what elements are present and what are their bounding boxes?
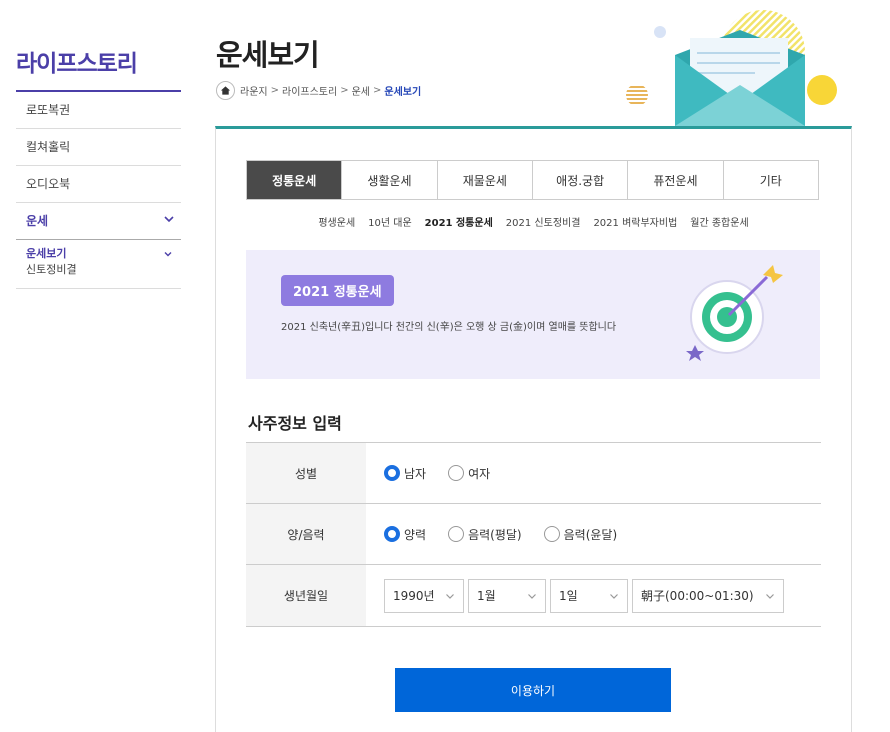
radio-solar[interactable]: 양력 <box>384 526 426 543</box>
hour-select[interactable]: 朝子(00:00~01:30) <box>632 578 784 613</box>
form-label: 양/음력 <box>246 504 366 564</box>
breadcrumb-separator: > <box>340 85 349 96</box>
subtab-monthly[interactable]: 월간 종합운세 <box>690 214 748 229</box>
form-row-birth: 생년월일 1990년 1월 1일 朝子(00:00~01:30) <box>246 565 821 627</box>
radio-label: 음력(윤달) <box>563 527 618 542</box>
sidebar-subitem-fortune-view[interactable]: 운세보기 <box>26 246 171 262</box>
radio-unchecked-icon <box>448 465 465 481</box>
subtab-2021-tojeong[interactable]: 2021 신토정비결 <box>506 214 581 229</box>
select-value: 1월 <box>477 589 496 603</box>
banner-description: 2021 신축년(辛丑)입니다 천간의 신(辛)은 오행 상 금(金)이며 열매… <box>281 322 617 333</box>
sidebar-item-culture[interactable]: 컬쳐홀릭 <box>16 129 181 166</box>
form-row-gender: 성별 남자 여자 <box>246 443 821 504</box>
saju-form: 성별 남자 여자 양/음력 양력 음력(평달) 음력(윤달) 생년월일 1990… <box>246 442 821 627</box>
birth-field: 1990년 1월 1일 朝子(00:00~01:30) <box>366 565 821 626</box>
year-select[interactable]: 1990년 <box>384 578 464 613</box>
tab-love[interactable]: 애정.궁합 <box>531 161 627 199</box>
tab-wealth[interactable]: 재물운세 <box>436 161 532 199</box>
tab-etc[interactable]: 기타 <box>722 161 818 199</box>
category-tabs: 정통운세 생활운세 재물운세 애정.궁합 퓨전운세 기타 <box>246 160 819 200</box>
radio-label: 남자 <box>404 466 427 481</box>
section-title: 사주정보 입력 <box>248 414 342 433</box>
tab-traditional[interactable]: 정통운세 <box>247 161 342 199</box>
radio-label: 음력(평달) <box>468 527 522 542</box>
radio-label: 여자 <box>468 466 491 481</box>
sidebar: 라이프스토리 로또복권 컬쳐홀릭 오디오북 운세 운세보기 신토정비결 <box>16 40 181 289</box>
sidebar-submenu: 운세보기 신토정비결 <box>16 240 181 289</box>
content-panel: 정통운세 생활운세 재물운세 애정.궁합 퓨전운세 기타 평생운세 10년 대운… <box>215 126 852 732</box>
breadcrumb-separator: > <box>270 85 279 96</box>
target-arrow-icon <box>686 265 783 361</box>
chevron-down-icon <box>164 252 172 257</box>
chevron-down-icon <box>528 593 536 599</box>
radio-female[interactable]: 여자 <box>448 465 490 482</box>
radio-checked-icon <box>384 526 400 542</box>
chevron-down-icon <box>446 593 454 599</box>
home-icon[interactable] <box>216 81 235 100</box>
tab-fusion[interactable]: 퓨전운세 <box>627 161 722 199</box>
radio-male[interactable]: 남자 <box>384 465 426 482</box>
chevron-down-icon <box>164 216 174 223</box>
sidebar-subitem-tojeong[interactable]: 신토정비결 <box>26 262 171 278</box>
breadcrumb-item[interactable]: 라이프스토리 <box>282 83 337 98</box>
sidebar-item-lotto[interactable]: 로또복권 <box>16 92 181 129</box>
subtab-2021-traditional[interactable]: 2021 정통운세 <box>425 214 493 229</box>
breadcrumb-item[interactable]: 라운지 <box>240 83 268 98</box>
page-title: 운세보기 <box>216 38 320 72</box>
chevron-down-icon <box>766 593 774 599</box>
chevron-down-icon <box>610 593 618 599</box>
breadcrumb-current: 운세보기 <box>384 87 422 98</box>
select-value: 1일 <box>559 589 578 603</box>
radio-lunar-normal[interactable]: 음력(평달) <box>448 526 522 543</box>
radio-label: 양력 <box>404 527 427 542</box>
month-select[interactable]: 1월 <box>468 578 546 613</box>
radio-checked-icon <box>384 465 400 481</box>
breadcrumb: 라운지 > 라이프스토리 > 운세 > 운세보기 <box>216 81 421 100</box>
sidebar-item-fortune[interactable]: 운세 <box>16 203 181 240</box>
fortune-banner: 2021 정통운세 2021 신축년(辛丑)입니다 천간의 신(辛)은 오행 상… <box>246 250 820 379</box>
sub-tabs: 평생운세 10년 대운 2021 정통운세 2021 신토정비결 2021 벼락… <box>216 214 851 229</box>
calendar-field: 양력 음력(평달) 음력(윤달) <box>366 504 821 564</box>
banner-badge: 2021 정통운세 <box>281 275 394 306</box>
select-value: 朝子(00:00~01:30) <box>641 589 754 603</box>
subtab-2021-rich[interactable]: 2021 벼락부자비법 <box>593 214 677 229</box>
envelope-illustration <box>626 10 837 126</box>
form-label: 성별 <box>246 443 366 503</box>
form-row-calendar: 양/음력 양력 음력(평달) 음력(윤달) <box>246 504 821 565</box>
breadcrumb-item[interactable]: 운세 <box>352 83 370 98</box>
gender-field: 남자 여자 <box>366 443 821 503</box>
form-label: 생년월일 <box>246 565 366 626</box>
radio-unchecked-icon <box>448 526 465 542</box>
sidebar-title: 라이프스토리 <box>16 51 138 77</box>
subtab-ten-year[interactable]: 10년 대운 <box>368 214 412 229</box>
day-select[interactable]: 1일 <box>550 578 628 613</box>
select-value: 1990년 <box>393 589 435 603</box>
tab-life[interactable]: 생활운세 <box>341 161 436 199</box>
submit-button[interactable]: 이용하기 <box>395 668 671 712</box>
sidebar-item-label: 운세 <box>26 214 49 228</box>
radio-unchecked-icon <box>543 526 560 542</box>
subtab-lifetime[interactable]: 평생운세 <box>318 214 355 229</box>
sidebar-item-audiobook[interactable]: 오디오북 <box>16 166 181 203</box>
breadcrumb-separator: > <box>373 85 382 96</box>
radio-lunar-leap[interactable]: 음력(윤달) <box>543 526 618 543</box>
